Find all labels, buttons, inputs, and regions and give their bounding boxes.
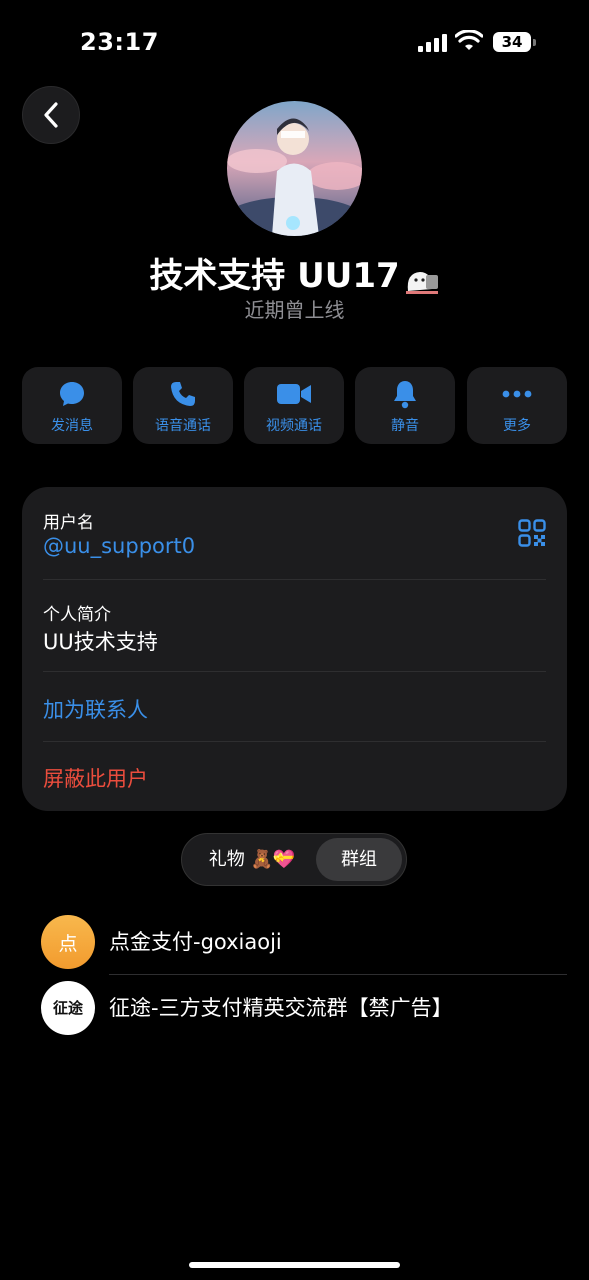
more-button[interactable]: 更多 bbox=[467, 367, 567, 444]
status-time: 23:17 bbox=[80, 28, 159, 56]
status-bar: 23:17 34 bbox=[0, 0, 589, 80]
chevron-left-icon bbox=[44, 102, 58, 128]
send-message-label: 发消息 bbox=[51, 418, 93, 434]
battery-indicator: 34 bbox=[493, 32, 536, 52]
send-message-button[interactable]: 发消息 bbox=[22, 367, 122, 444]
back-button[interactable] bbox=[22, 86, 80, 144]
profile-avatar[interactable] bbox=[227, 101, 362, 236]
video-call-button[interactable]: 视频通话 bbox=[244, 367, 344, 444]
more-icon bbox=[497, 379, 537, 409]
home-indicator bbox=[189, 1262, 400, 1268]
video-icon bbox=[274, 379, 314, 409]
username-label: 用户名 bbox=[43, 513, 94, 533]
ghost-sticker-icon bbox=[404, 264, 440, 294]
action-bar: 发消息 语音通话 视频通话 静音 更多 bbox=[22, 367, 567, 444]
message-icon bbox=[52, 379, 92, 409]
username-value[interactable]: @uu_support0 bbox=[43, 534, 195, 558]
avatar-illustration bbox=[227, 101, 362, 236]
profile-info-card: 用户名 @uu_support0 个人简介 UU技术支持 加为联系人 屏蔽此用户 bbox=[22, 487, 567, 811]
divider bbox=[43, 671, 546, 672]
tab-gifts-label: 礼物 bbox=[208, 849, 245, 870]
profile-name: 技术支持 UU17 bbox=[149, 256, 400, 296]
voice-call-button[interactable]: 语音通话 bbox=[133, 367, 233, 444]
mute-label: 静音 bbox=[391, 418, 419, 434]
gifts-emoji: 🧸💝 bbox=[250, 849, 296, 870]
more-label: 更多 bbox=[503, 418, 531, 434]
divider bbox=[43, 741, 546, 742]
phone-icon bbox=[163, 379, 203, 409]
block-user-button[interactable]: 屏蔽此用户 bbox=[43, 763, 148, 793]
last-seen-status: 近期曾上线 bbox=[244, 298, 345, 322]
add-contact-button[interactable]: 加为联系人 bbox=[43, 694, 148, 724]
wifi-icon bbox=[455, 30, 483, 50]
group-avatar-letter: 点 bbox=[58, 932, 78, 955]
voice-call-label: 语音通话 bbox=[155, 418, 211, 434]
bell-icon bbox=[385, 379, 425, 409]
bio-label: 个人简介 bbox=[43, 605, 111, 625]
divider bbox=[43, 579, 546, 580]
mute-button[interactable]: 静音 bbox=[355, 367, 455, 444]
divider bbox=[109, 974, 567, 975]
qr-code-icon[interactable] bbox=[518, 519, 546, 547]
tab-groups[interactable]: 群组 bbox=[316, 838, 402, 881]
group-list-item[interactable]: 点 点金支付-goxiaoji bbox=[0, 912, 589, 972]
bio-value: UU技术支持 bbox=[43, 630, 158, 654]
tab-gifts[interactable]: 礼物 🧸💝 bbox=[188, 838, 316, 881]
group-avatar-logo: 征途 bbox=[52, 998, 83, 1017]
group-name: 点金支付-goxiaoji bbox=[109, 930, 282, 954]
group-list-item[interactable]: 征途 征途-三方支付精英交流群【禁广告】 bbox=[0, 978, 589, 1038]
video-call-label: 视频通话 bbox=[266, 418, 322, 434]
tab-switcher: 礼物 🧸💝 群组 bbox=[181, 833, 407, 886]
group-avatar: 点 bbox=[41, 915, 95, 969]
cellular-signal-icon bbox=[418, 32, 448, 52]
profile-name-row: 技术支持 UU17 bbox=[0, 248, 589, 297]
group-avatar: 征途 bbox=[41, 981, 95, 1035]
group-name: 征途-三方支付精英交流群【禁广告】 bbox=[109, 996, 453, 1020]
